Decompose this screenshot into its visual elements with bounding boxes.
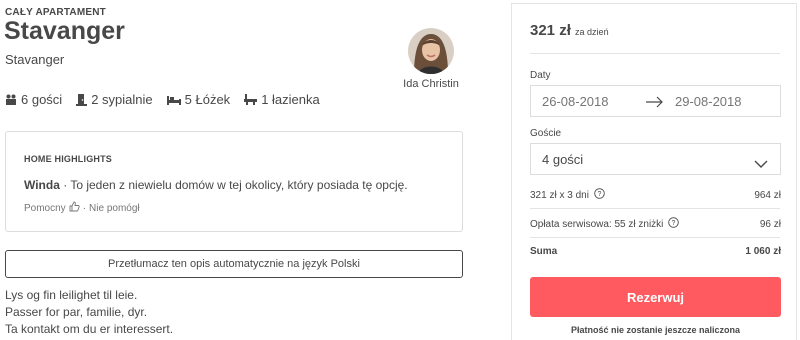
divider xyxy=(530,208,780,209)
nights-cost-value: 964 zł xyxy=(754,189,781,201)
check-out-input[interactable]: 29-08-2018 xyxy=(675,94,742,109)
bed-icon xyxy=(166,95,181,105)
description-line: Lys og fin leilighet til leie. xyxy=(5,288,138,302)
host-profile[interactable]: Ida Christin xyxy=(398,28,464,90)
total-label: Suma xyxy=(530,246,558,257)
payment-note: Płatność nie zostanie jeszcze naliczona xyxy=(570,325,741,335)
description-line: Ta kontakt om du er interessert. xyxy=(5,322,174,336)
home-highlights-card: HOME HIGHLIGHTS Winda · To jeden z niewi… xyxy=(5,131,463,232)
nights-cost-label: 321 zł x 3 dni xyxy=(530,189,589,201)
amenity-beds-label: 5 Łóżek xyxy=(184,92,231,107)
amenities-row: 6 gości 2 sypialnie 5 Łóżek 1 łazienka xyxy=(5,92,320,107)
nightly-price: 321 zł za dzień xyxy=(530,22,609,39)
service-fee-row: Opłata serwisowa: 55 zł zniżki ? 96 zł xyxy=(530,217,781,231)
host-avatar[interactable] xyxy=(408,28,454,74)
chevron-down-icon xyxy=(754,155,768,173)
reserve-button[interactable]: Rezerwuj xyxy=(530,277,781,317)
svg-text:?: ? xyxy=(672,220,676,227)
arrow-right-icon xyxy=(646,95,664,113)
feedback-separator: · xyxy=(82,202,87,214)
check-in-input[interactable]: 26-08-2018 xyxy=(542,94,609,109)
booking-panel: 321 zł za dzień Daty 26-08-2018 29-08-20… xyxy=(511,3,797,340)
host-name[interactable]: Ida Christin xyxy=(398,78,464,90)
amenity-bath: 1 łazienka xyxy=(244,92,320,107)
total-value: 1 060 zł xyxy=(745,246,781,257)
listing-title: Stavanger xyxy=(4,17,125,45)
highlights-heading: HOME HIGHLIGHTS xyxy=(24,154,112,164)
highlight-feature: Winda xyxy=(24,178,60,192)
amenity-bedrooms-label: 2 sypialnie xyxy=(91,92,153,107)
info-icon[interactable]: ? xyxy=(594,188,605,202)
highlight-description: · To jeden z niewielu domów w tej okolic… xyxy=(59,178,408,192)
highlight-feedback: Pomocny · Nie pomógł xyxy=(24,201,140,215)
bedroom-icon xyxy=(76,93,88,106)
service-fee-value: 96 zł xyxy=(759,218,781,230)
description-line: Passer for par, familie, dyr. xyxy=(5,305,148,319)
price-amount: 321 zł xyxy=(530,22,571,39)
amenity-guests: 6 gości xyxy=(5,92,62,107)
translate-description-button[interactable]: Przetłumacz ten opis automatycznie na ję… xyxy=(5,250,463,278)
amenity-beds: 5 Łóżek xyxy=(166,92,231,107)
date-range-picker: 26-08-2018 29-08-2018 xyxy=(530,85,781,117)
nights-cost-row: 321 zł x 3 dni ? 964 zł xyxy=(530,188,781,202)
not-helpful-link[interactable]: Nie pomógł xyxy=(89,203,140,214)
guests-select[interactable]: 4 gości xyxy=(530,143,781,175)
divider xyxy=(530,237,780,238)
highlight-item: Winda · To jeden z niewielu domów w tej … xyxy=(24,178,408,192)
guests-label: Goście xyxy=(530,128,562,139)
total-row: Suma 1 060 zł xyxy=(530,246,781,257)
dates-label: Daty xyxy=(530,70,551,81)
thumbs-up-icon[interactable] xyxy=(69,201,80,215)
helpful-link[interactable]: Pomocny xyxy=(24,203,66,214)
amenity-guests-label: 6 gości xyxy=(21,92,63,107)
service-fee-label: Opłata serwisowa: 55 zł zniżki xyxy=(530,218,664,230)
listing-description: Lys og fin leilighet til leie. Passer fo… xyxy=(5,287,173,338)
listing-location: Stavanger xyxy=(5,52,65,67)
price-per-label: za dzień xyxy=(575,27,609,37)
svg-text:?: ? xyxy=(597,191,601,198)
info-icon[interactable]: ? xyxy=(668,217,680,231)
amenity-bedrooms: 2 sypialnie xyxy=(76,92,153,107)
bath-icon xyxy=(244,94,258,105)
divider xyxy=(530,53,780,54)
guests-value: 4 gości xyxy=(542,152,584,167)
amenity-bath-label: 1 łazienka xyxy=(261,92,320,107)
guests-icon xyxy=(5,94,17,105)
